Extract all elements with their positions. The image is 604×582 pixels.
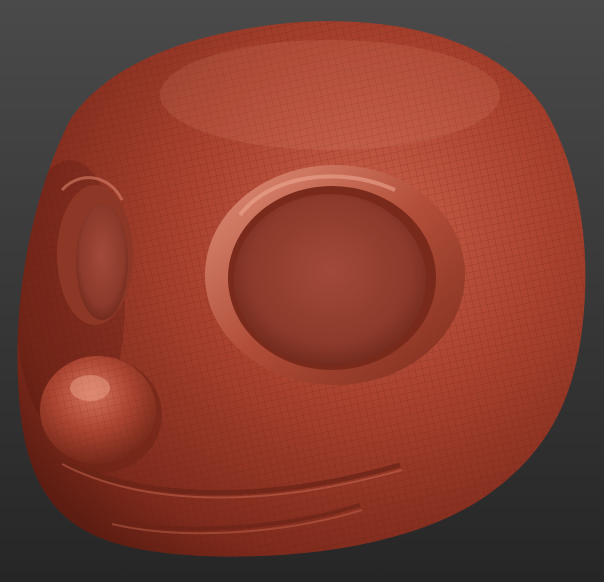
sculpted-head-model[interactable] — [0, 0, 604, 582]
right-eye-socket — [205, 165, 465, 385]
sculpt-viewport[interactable] — [0, 0, 604, 582]
